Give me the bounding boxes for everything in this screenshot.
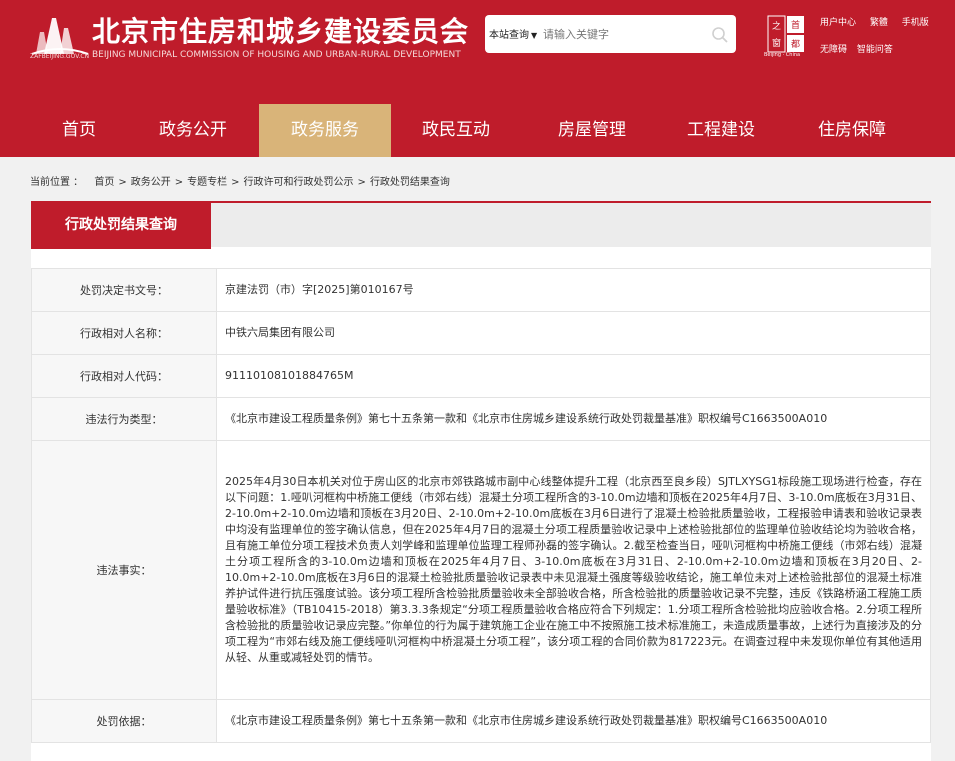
breadcrumb-government-affairs[interactable]: 政务公开: [131, 177, 171, 188]
user-center-link[interactable]: 用户中心: [820, 18, 856, 28]
row-label: 行政相对人名称：: [31, 311, 217, 355]
violation-type-value: 《北京市建设工程质量条例》第七十五条第一款和《北京市住房城乡建设系统行政处罚裁量…: [216, 397, 931, 441]
row-label: 违法行为类型：: [31, 397, 217, 441]
breadcrumb-prefix: 当前位置 ：: [30, 177, 84, 188]
table-row: 行政相对人名称： 中铁六局集团有限公司: [31, 311, 931, 355]
row-label: 处罚决定书文号：: [31, 268, 217, 312]
breadcrumb-separator: >: [118, 177, 127, 188]
panel-header: 行政处罚结果查询: [31, 201, 931, 249]
smart-qa-link[interactable]: 智能问答: [857, 45, 893, 55]
party-code-value: 91110108101884765M: [216, 354, 931, 398]
svg-text:都: 都: [791, 39, 800, 50]
search-scope-select[interactable]: 本站查询 ▼: [489, 26, 537, 41]
row-label: 行政相对人代码：: [31, 354, 217, 398]
site-title-en: BEIJING MUNICIPAL COMMISSION OF HOUSING …: [92, 50, 461, 60]
search-box: 本站查询 ▼: [485, 15, 736, 53]
nav-item-home[interactable]: 首页: [40, 104, 118, 157]
row-label: 违法事实：: [31, 440, 217, 700]
row-label: 处罚依据：: [31, 699, 217, 743]
breadcrumb-separator: >: [231, 177, 240, 188]
table-row: 违法行为类型： 《北京市建设工程质量条例》第七十五条第一款和《北京市住房城乡建设…: [31, 397, 931, 441]
breadcrumb-current[interactable]: 行政处罚结果查询: [370, 177, 450, 188]
nav-item-housing-security[interactable]: 住房保障: [799, 104, 905, 157]
table-row: 处罚依据： 《北京市建设工程质量条例》第七十五条第一款和《北京市住房城乡建设系统…: [31, 699, 931, 743]
accessibility-link[interactable]: 无障碍: [820, 45, 847, 55]
penalty-detail-table: 处罚决定书文号： 京建法罚（市）字[2025]第010167号 行政相对人名称：…: [31, 268, 931, 743]
breadcrumb: 当前位置 ： 首页 > 政务公开 > 专题专栏 > 行政许可和行政处罚公示 > 行政处罚结果查询: [30, 173, 450, 188]
breadcrumb-separator: >: [357, 177, 366, 188]
search-input[interactable]: [543, 23, 693, 45]
mobile-version-link[interactable]: 手机版: [902, 18, 929, 28]
search-scope-label: 本站查询: [489, 30, 529, 41]
svg-text:窗: 窗: [772, 37, 781, 49]
capital-logo-subtitle: Beijing · China: [764, 52, 801, 58]
search-icon[interactable]: [711, 26, 729, 44]
table-row: 违法事实： 2025年4月30日本机关对位于房山区的北京市郊铁路城市副中心线整体…: [31, 440, 931, 700]
top-links-row2: 无障碍 智能问答: [820, 42, 900, 55]
party-name-value: 中铁六局集团有限公司: [216, 311, 931, 355]
svg-text:首: 首: [791, 19, 800, 31]
site-title[interactable]: 北京市住房和城乡建设委员会: [92, 10, 469, 50]
table-row: 处罚决定书文号： 京建法罚（市）字[2025]第010167号: [31, 268, 931, 312]
breadcrumb-home[interactable]: 首页: [94, 177, 114, 188]
penalty-basis-value: 《北京市建设工程质量条例》第七十五条第一款和《北京市住房城乡建设系统行政处罚裁量…: [216, 699, 931, 743]
nav-item-public-interaction[interactable]: 政民互动: [403, 104, 509, 157]
main-nav: 首页 政务公开 政务服务 政民互动 房屋管理 工程建设 住房保障: [0, 104, 955, 157]
nav-item-government-services[interactable]: 政务服务: [259, 104, 391, 157]
content-panel: 行政处罚结果查询 处罚决定书文号： 京建法罚（市）字[2025]第010167号…: [31, 201, 931, 761]
breadcrumb-permits-penalties[interactable]: 行政许可和行政处罚公示: [244, 177, 354, 188]
svg-text:之: 之: [772, 20, 781, 32]
site-header: ZAFBEIJING.GOV.CN 北京市住房和城乡建设委员会 BEIJING …: [0, 0, 955, 104]
capital-window-logo-icon[interactable]: 之 窗 首 都: [766, 14, 806, 54]
nav-item-housing-management[interactable]: 房屋管理: [539, 104, 645, 157]
decision-number-value: 京建法罚（市）字[2025]第010167号: [216, 268, 931, 312]
traditional-chinese-link[interactable]: 繁體: [870, 18, 888, 28]
top-links-row1: 用户中心 繁體 手机版: [820, 15, 940, 28]
nav-item-government-affairs[interactable]: 政务公开: [140, 104, 246, 157]
panel-title-tab: 行政处罚结果查询: [31, 201, 211, 249]
breadcrumb-separator: >: [174, 177, 184, 188]
breadcrumb-special-topics[interactable]: 专题专栏: [187, 177, 227, 188]
table-row: 行政相对人代码： 91110108101884765M: [31, 354, 931, 398]
nav-item-construction[interactable]: 工程建设: [668, 104, 774, 157]
chevron-down-icon: ▼: [531, 31, 538, 40]
logo-domain: ZAFBEIJING.GOV.CN: [30, 53, 90, 60]
violation-facts-value: 2025年4月30日本机关对位于房山区的北京市郊铁路城市副中心线整体提升工程（北…: [216, 440, 931, 700]
